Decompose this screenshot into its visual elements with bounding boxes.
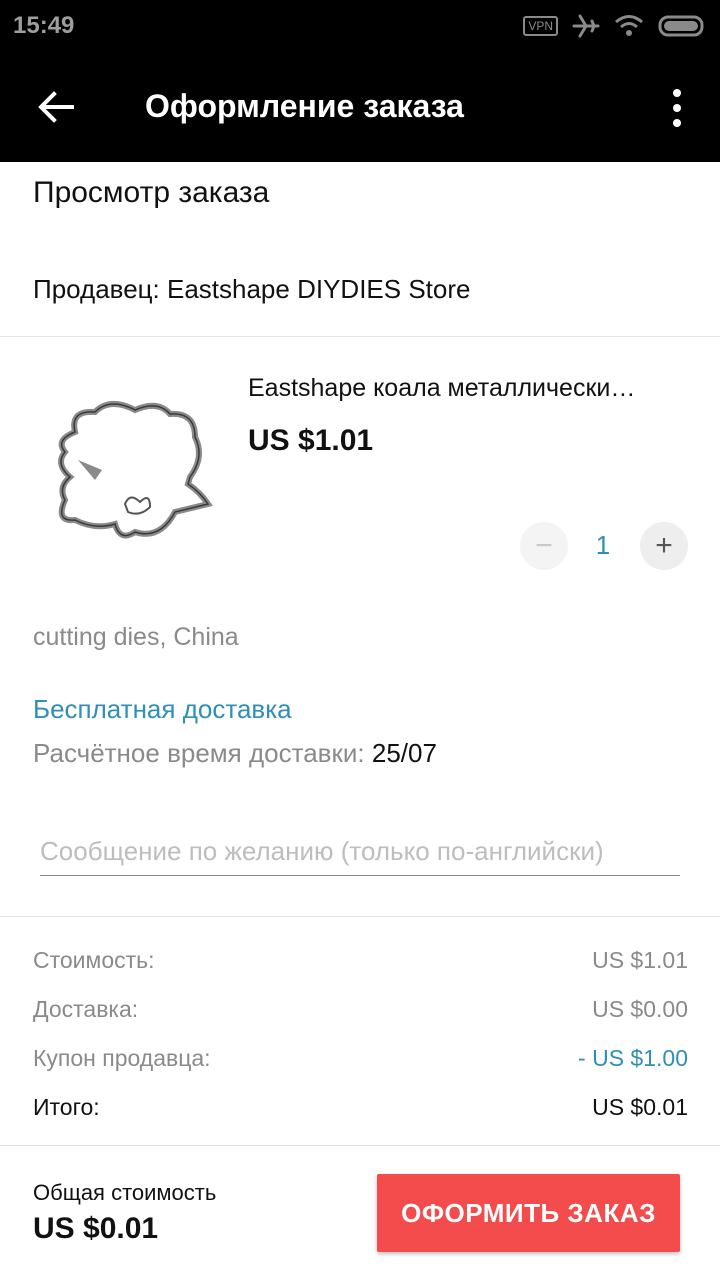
product-price: US $1.01 — [248, 424, 374, 457]
cost-value: US $0.01 — [592, 1094, 688, 1120]
status-icons: VPN — [523, 12, 708, 40]
shipping-method-link[interactable]: Бесплатная доставка — [33, 694, 292, 725]
cost-value: US $0.00 — [592, 996, 688, 1022]
battery-icon — [658, 15, 704, 37]
grand-total-value: US $0.01 — [33, 1212, 159, 1245]
cost-row-subtotal: Стоимость: US $1.01 — [33, 947, 688, 974]
app-bar: Оформление заказа — [0, 52, 720, 162]
quantity-increase-button[interactable]: + — [640, 522, 688, 570]
cost-row-seller-coupon[interactable]: Купон продавца: - US $1.00 — [33, 1045, 688, 1072]
cost-row-shipping: Доставка: US $0.00 — [33, 996, 688, 1023]
product-name[interactable]: Eastshape коала металлически… — [248, 374, 688, 403]
cost-value: US $1.01 — [592, 947, 688, 973]
seller-message-input[interactable] — [40, 828, 680, 876]
minus-icon: − — [535, 529, 553, 562]
delivery-estimate: Расчётное время доставки: 25/07 — [33, 738, 437, 769]
cost-label: Стоимость: — [33, 947, 155, 973]
arrow-left-icon[interactable] — [36, 86, 78, 128]
plus-icon: + — [655, 529, 673, 562]
order-review-heading: Просмотр заказа — [33, 176, 270, 209]
cost-value: - US $1.00 — [578, 1045, 688, 1071]
divider — [0, 336, 720, 337]
cost-label: Доставка: — [33, 996, 139, 1022]
cost-row-total: Итого: US $0.01 — [33, 1094, 688, 1121]
product-image[interactable] — [40, 392, 220, 552]
quantity-decrease-button[interactable]: − — [520, 522, 568, 570]
seller-name[interactable]: Продавец: Eastshape DIYDIES Store — [33, 274, 470, 305]
page-title: Оформление заказа — [145, 88, 464, 124]
grand-total-label: Общая стоимость — [33, 1180, 217, 1205]
divider — [0, 1145, 720, 1146]
divider — [0, 916, 720, 917]
status-time: 15:49 — [13, 12, 75, 39]
more-vert-icon[interactable] — [670, 88, 684, 128]
delivery-estimate-date: 25/07 — [371, 738, 437, 768]
place-order-button[interactable]: ОФОРМИТЬ ЗАКАЗ — [377, 1174, 680, 1252]
wifi-icon — [615, 15, 643, 36]
vpn-badge: VPN — [523, 16, 558, 36]
quantity-value: 1 — [595, 530, 611, 560]
cost-label: Купон продавца: — [33, 1045, 211, 1071]
cost-label: Итого: — [33, 1094, 100, 1120]
airplane-icon — [572, 14, 600, 38]
product-attributes: cutting dies, China — [33, 623, 239, 651]
delivery-estimate-label: Расчётное время доставки: — [33, 738, 365, 768]
status-bar: 15:49 VPN — [0, 0, 720, 52]
